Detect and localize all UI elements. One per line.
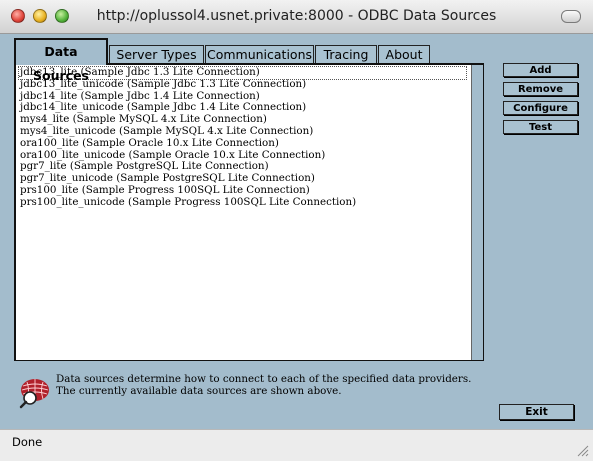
remove-button[interactable]: Remove [503,82,578,96]
info-text: Data sources determine how to connect to… [56,373,472,397]
list-item[interactable]: prs100_lite (Sample Progress 100SQL Lite… [19,184,471,197]
list-item[interactable]: prs100_lite_unicode (Sample Progress 100… [19,196,471,209]
exit-button[interactable]: Exit [499,404,574,420]
tab-about[interactable]: About [378,45,430,64]
configure-button[interactable]: Configure [503,101,578,115]
window-title: http://oplussol4.usnet.private:8000 - OD… [96,8,497,24]
tab-communications[interactable]: Communications [205,45,314,64]
add-button[interactable]: Add [503,63,578,77]
resize-grip-icon[interactable] [575,443,589,457]
list-item[interactable]: mys4_lite_unicode (Sample MySQL 4.x Lite… [19,125,471,138]
status-bar: Done [0,429,593,461]
data-sources-list[interactable]: jdbc13_lite (Sample Jdbc 1.3 Lite Connec… [16,65,472,360]
list-scrollbar[interactable] [472,65,483,360]
test-button[interactable]: Test [503,120,578,134]
status-text: Done [12,435,43,449]
data-providers-icon [19,379,49,409]
list-item[interactable]: ora100_lite (Sample Oracle 10.x Lite Con… [19,137,471,150]
window-titlebar[interactable]: http://oplussol4.usnet.private:8000 - OD… [0,0,593,34]
tab-data-sources[interactable]: Data Sources [14,38,108,83]
tab-tracing[interactable]: Tracing [315,45,377,64]
toolbar-toggle-button[interactable] [561,10,581,23]
applet-content: Data Sources Server Types Communications… [0,34,593,429]
tab-server-types[interactable]: Server Types [109,45,204,64]
